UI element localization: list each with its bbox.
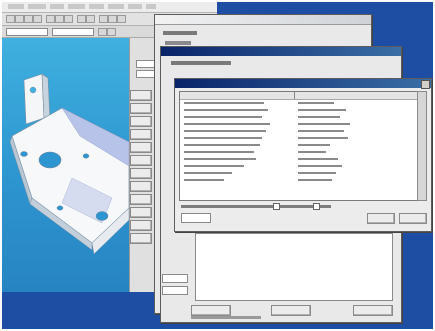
nav-button[interactable] <box>130 233 152 244</box>
dialog-back-titlebar <box>155 15 371 25</box>
mid-button-2[interactable] <box>271 305 311 316</box>
paste-icon[interactable] <box>64 15 73 23</box>
status-placeholder <box>191 316 261 319</box>
nav-button[interactable] <box>130 103 152 114</box>
nav-button[interactable] <box>130 116 152 127</box>
side-input[interactable] <box>162 274 188 283</box>
title-placeholder <box>163 31 197 35</box>
nav-button[interactable] <box>130 90 152 101</box>
front-field[interactable] <box>181 213 211 223</box>
menu-item[interactable] <box>50 4 64 9</box>
save-icon[interactable] <box>24 15 33 23</box>
nav-button[interactable] <box>130 207 152 218</box>
redo-icon[interactable] <box>86 15 95 23</box>
mid-button-3[interactable] <box>353 305 393 316</box>
option-checkbox[interactable] <box>313 203 320 210</box>
cut-icon[interactable] <box>46 15 55 23</box>
menu-item[interactable] <box>128 4 142 9</box>
side-input[interactable] <box>162 286 188 295</box>
options-placeholder <box>181 205 331 208</box>
nav-button[interactable] <box>130 194 152 205</box>
column-divider[interactable] <box>294 92 295 99</box>
sheet-metal-part <box>9 73 129 255</box>
dialog-mid-titlebar <box>161 47 401 56</box>
open-icon[interactable] <box>15 15 24 23</box>
nav-button[interactable] <box>130 155 152 166</box>
menu-item[interactable] <box>28 4 46 9</box>
screenshot-frame <box>2 2 433 329</box>
list-header <box>180 92 418 100</box>
list-text <box>180 100 418 191</box>
copy-icon[interactable] <box>55 15 64 23</box>
zoom-icon[interactable] <box>99 15 108 23</box>
nav-buttons <box>130 90 152 290</box>
code-list[interactable] <box>179 91 419 201</box>
menu-bar <box>2 2 217 13</box>
new-icon[interactable] <box>6 15 15 23</box>
menu-item[interactable] <box>108 4 124 9</box>
menu-item[interactable] <box>68 4 85 9</box>
3d-viewport[interactable] <box>2 38 129 292</box>
print-icon[interactable] <box>33 15 42 23</box>
dialog-front <box>174 78 432 232</box>
side-fields <box>154 272 194 312</box>
menu-item[interactable] <box>8 4 24 9</box>
option-checkbox[interactable] <box>273 203 280 210</box>
list-scrollbar[interactable] <box>417 91 427 201</box>
close-icon[interactable] <box>421 80 430 89</box>
menu-item[interactable] <box>89 4 104 9</box>
header-placeholder <box>171 61 231 65</box>
layer-combo[interactable] <box>6 28 48 36</box>
nav-button[interactable] <box>130 142 152 153</box>
grid-icon[interactable] <box>107 28 116 36</box>
menu-item[interactable] <box>146 4 156 9</box>
mid-button-1[interactable] <box>191 305 231 316</box>
snap-icon[interactable] <box>98 28 107 36</box>
rotate-icon[interactable] <box>108 15 117 23</box>
style-combo[interactable] <box>52 28 94 36</box>
ok-button[interactable] <box>399 213 427 224</box>
mid-list-area[interactable] <box>195 233 393 301</box>
nav-button[interactable] <box>130 181 152 192</box>
dialog-front-titlebar <box>175 79 431 88</box>
nav-button[interactable] <box>130 168 152 179</box>
title-placeholder <box>165 41 191 45</box>
table-row[interactable] <box>180 185 418 192</box>
undo-icon[interactable] <box>77 15 86 23</box>
pan-icon[interactable] <box>117 15 126 23</box>
nav-button[interactable] <box>130 220 152 231</box>
cancel-button[interactable] <box>367 213 395 224</box>
nav-button[interactable] <box>130 129 152 140</box>
